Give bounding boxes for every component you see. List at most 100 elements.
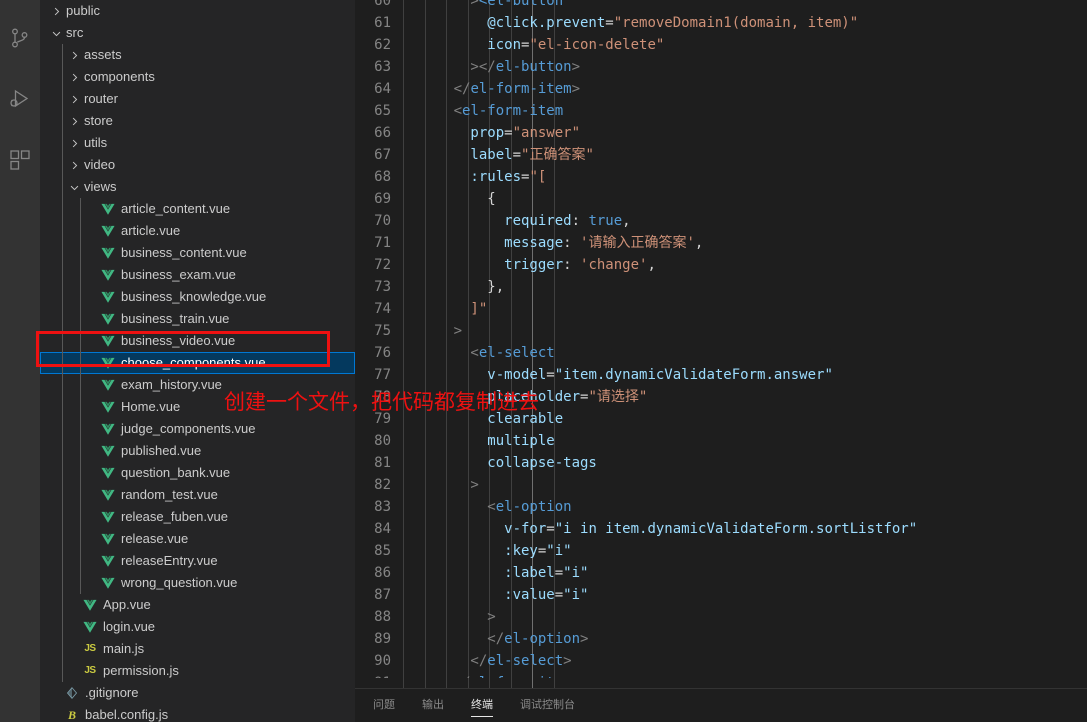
- vue-file-icon: [100, 575, 116, 591]
- activity-item-source-control[interactable]: [0, 14, 40, 62]
- tree-file-.gitignore[interactable]: .gitignore: [40, 682, 355, 704]
- code-line: 62 icon="el-icon-delete": [355, 34, 1087, 56]
- code-line: 78 placeholder="请选择": [355, 386, 1087, 408]
- tree-item-label: article_content.vue: [121, 201, 231, 216]
- tree-file-permission.js[interactable]: JS permission.js: [40, 660, 355, 682]
- tree-file-login.vue[interactable]: login.vue: [40, 616, 355, 638]
- code-line-text: @click.prevent="removeDomain1(domain, it…: [403, 15, 859, 31]
- code-line-text: :rules="[: [403, 169, 547, 185]
- tree-file-business_content.vue[interactable]: business_content.vue: [40, 242, 355, 264]
- chevron-right-icon: [66, 154, 82, 176]
- code-line-text: label="正确答案": [403, 147, 594, 163]
- panel-tab-output[interactable]: 输出: [422, 696, 444, 715]
- code-line-text: </el-option>: [403, 631, 589, 647]
- tree-item-label: release_fuben.vue: [121, 509, 228, 524]
- code-line: 65 <el-form-item: [355, 100, 1087, 122]
- code-line: 84 v-for="i in item.dynamicValidateForm.…: [355, 518, 1087, 540]
- tree-file-business_knowledge.vue[interactable]: business_knowledge.vue: [40, 286, 355, 308]
- tree-folder-store[interactable]: store: [40, 110, 355, 132]
- tree-file-babel.config.js[interactable]: Bbabel.config.js: [40, 704, 355, 722]
- tree-file-business_video.vue[interactable]: business_video.vue: [40, 330, 355, 352]
- tree-indent-guide: [80, 198, 81, 594]
- tree-item-label: .gitignore: [85, 685, 139, 700]
- run-debug-icon: [8, 87, 32, 111]
- tree-file-releaseEntry.vue[interactable]: releaseEntry.vue: [40, 550, 355, 572]
- code-line-text: <el-select: [403, 345, 555, 361]
- code-line-text: trigger: 'change',: [403, 257, 656, 273]
- tree-file-main.js[interactable]: JS main.js: [40, 638, 355, 660]
- tree-item-label: babel.config.js: [85, 707, 169, 722]
- activity-item-extensions[interactable]: [0, 136, 40, 184]
- chevron-down-icon: [48, 22, 64, 44]
- file-tree[interactable]: public src assets components router store util…: [40, 0, 355, 722]
- tree-file-article_content.vue[interactable]: article_content.vue: [40, 198, 355, 220]
- tree-file-published.vue[interactable]: published.vue: [40, 440, 355, 462]
- line-number: 63: [374, 59, 391, 75]
- tree-folder-src[interactable]: src: [40, 22, 355, 44]
- tree-file-choose_components.vue[interactable]: choose_components.vue: [40, 352, 355, 374]
- line-number: 77: [374, 367, 391, 383]
- tree-item-label: article.vue: [121, 223, 181, 238]
- code-line: 90 </el-select>: [355, 650, 1087, 672]
- panel-tab-debug-console[interactable]: 调试控制台: [520, 696, 575, 715]
- code-line-text: ></el-button>: [403, 59, 581, 75]
- js-file-icon: JS: [84, 643, 96, 654]
- tree-item-label: login.vue: [103, 619, 156, 634]
- activity-item-run-debug[interactable]: [0, 75, 40, 123]
- line-number: 72: [374, 257, 391, 273]
- line-number: 69: [374, 191, 391, 207]
- line-number: 64: [374, 81, 391, 97]
- tree-file-Home.vue[interactable]: Home.vue: [40, 396, 355, 418]
- line-number: 71: [374, 235, 391, 251]
- tree-folder-public[interactable]: public: [40, 0, 355, 22]
- tree-file-wrong_question.vue[interactable]: wrong_question.vue: [40, 572, 355, 594]
- tree-item-label: assets: [84, 47, 122, 62]
- tree-file-exam_history.vue[interactable]: exam_history.vue: [40, 374, 355, 396]
- tree-folder-views[interactable]: views: [40, 176, 355, 198]
- tree-folder-components[interactable]: components: [40, 66, 355, 88]
- code-line-text: </el-form-item>: [403, 81, 581, 97]
- line-number: 66: [374, 125, 391, 141]
- tree-file-release.vue[interactable]: release.vue: [40, 528, 355, 550]
- tree-folder-router[interactable]: router: [40, 88, 355, 110]
- tree-item-label: release.vue: [121, 531, 189, 546]
- tree-folder-assets[interactable]: assets: [40, 44, 355, 66]
- tree-item-label: store: [84, 113, 113, 128]
- line-number: 87: [374, 587, 391, 603]
- code-line-text: icon="el-icon-delete": [403, 37, 665, 53]
- code-editor[interactable]: 60 ><el-button 61 @click.prevent="removeD…: [355, 0, 1087, 678]
- line-number: 82: [374, 477, 391, 493]
- tree-item-label: router: [84, 91, 118, 106]
- tree-folder-video[interactable]: video: [40, 154, 355, 176]
- code-line: 69 {: [355, 188, 1087, 210]
- tree-item-label: business_content.vue: [121, 245, 247, 260]
- tree-file-business_train.vue[interactable]: business_train.vue: [40, 308, 355, 330]
- tree-file-judge_components.vue[interactable]: judge_components.vue: [40, 418, 355, 440]
- code-line-text: clearable: [403, 411, 564, 427]
- tree-file-question_bank.vue[interactable]: question_bank.vue: [40, 462, 355, 484]
- tree-item-label: random_test.vue: [121, 487, 218, 502]
- tree-file-release_fuben.vue[interactable]: release_fuben.vue: [40, 506, 355, 528]
- editor-area: 60 ><el-button 61 @click.prevent="removeD…: [355, 0, 1087, 722]
- chevron-right-icon: [48, 0, 64, 22]
- panel-tab-terminal[interactable]: 终端: [471, 696, 493, 717]
- panel-tab-problems[interactable]: 问题: [373, 696, 395, 715]
- code-line-text: </el-form-item>: [403, 672, 1087, 678]
- tree-file-App.vue[interactable]: App.vue: [40, 594, 355, 616]
- tree-file-article.vue[interactable]: article.vue: [40, 220, 355, 242]
- chevron-right-icon: [66, 132, 82, 154]
- tree-file-random_test.vue[interactable]: random_test.vue: [40, 484, 355, 506]
- tree-folder-utils[interactable]: utils: [40, 132, 355, 154]
- code-line: 88 >: [355, 606, 1087, 628]
- vue-file-icon: [100, 553, 116, 569]
- tree-file-business_exam.vue[interactable]: business_exam.vue: [40, 264, 355, 286]
